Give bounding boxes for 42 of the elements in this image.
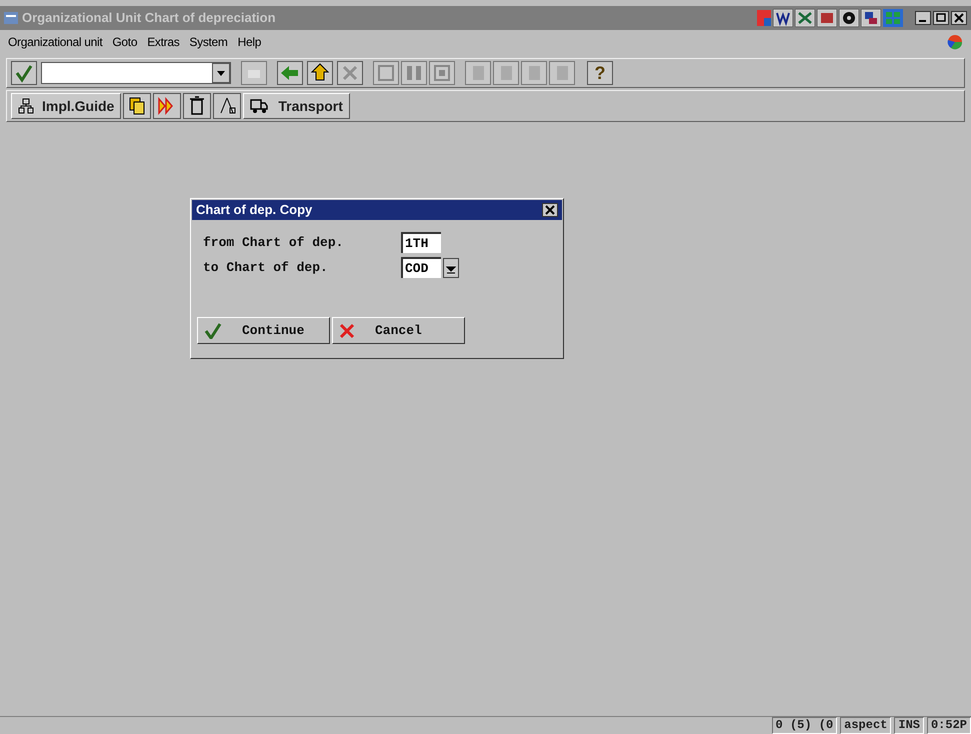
excel-icon[interactable] bbox=[795, 9, 815, 27]
truck-icon bbox=[250, 98, 268, 114]
menu-item[interactable]: Extras bbox=[147, 33, 180, 51]
close-icon[interactable] bbox=[951, 11, 967, 25]
trash-icon[interactable] bbox=[183, 93, 212, 119]
menu-item[interactable]: Organizational unit bbox=[8, 33, 102, 51]
network-icon[interactable] bbox=[861, 9, 881, 27]
status-orb-icon bbox=[947, 34, 963, 50]
app-icon bbox=[4, 12, 18, 24]
window-icon[interactable] bbox=[817, 9, 837, 27]
check-icon bbox=[204, 322, 222, 338]
copy-icon[interactable] bbox=[123, 93, 152, 119]
input-field[interactable]: COD bbox=[401, 257, 441, 278]
input-field[interactable]: 1TH bbox=[401, 232, 441, 253]
minimize-icon[interactable] bbox=[915, 11, 931, 25]
command-field[interactable] bbox=[41, 62, 231, 84]
status-field: INS bbox=[894, 717, 924, 734]
structure-icon[interactable] bbox=[213, 93, 242, 119]
hierarchy-icon bbox=[18, 98, 34, 114]
field-label: to Chart of dep. bbox=[203, 258, 329, 277]
status-field: 0:52P bbox=[926, 717, 971, 734]
transport-button[interactable]: Transport bbox=[243, 93, 350, 119]
cancel-button[interactable]: Cancel bbox=[332, 317, 465, 344]
dialog-title: Chart of dep. Copy bbox=[196, 201, 312, 220]
maximize-icon[interactable] bbox=[933, 11, 949, 25]
dropdown-icon[interactable] bbox=[212, 63, 230, 83]
window-title: Organizational Unit Chart of depreciation bbox=[22, 9, 276, 28]
menu-item[interactable]: Goto bbox=[112, 33, 138, 51]
close-icon[interactable] bbox=[542, 203, 558, 217]
menu-item[interactable]: System bbox=[189, 33, 228, 51]
dropdown-icon[interactable] bbox=[443, 258, 459, 278]
menu-item[interactable]: Help bbox=[238, 33, 262, 51]
word-icon[interactable] bbox=[773, 9, 793, 27]
impl-guide-button[interactable]: Impl.Guide bbox=[11, 93, 122, 119]
status-field: aspect bbox=[840, 717, 892, 734]
check-icon[interactable] bbox=[11, 61, 37, 85]
status-field: 0 (5) (0 bbox=[772, 717, 838, 734]
close-icon bbox=[339, 322, 355, 338]
field-label: from Chart of dep. bbox=[203, 234, 344, 252]
continue-button[interactable]: Continue bbox=[197, 317, 330, 344]
cancel-icon[interactable] bbox=[337, 61, 363, 85]
help-button[interactable]: ? bbox=[587, 61, 613, 85]
